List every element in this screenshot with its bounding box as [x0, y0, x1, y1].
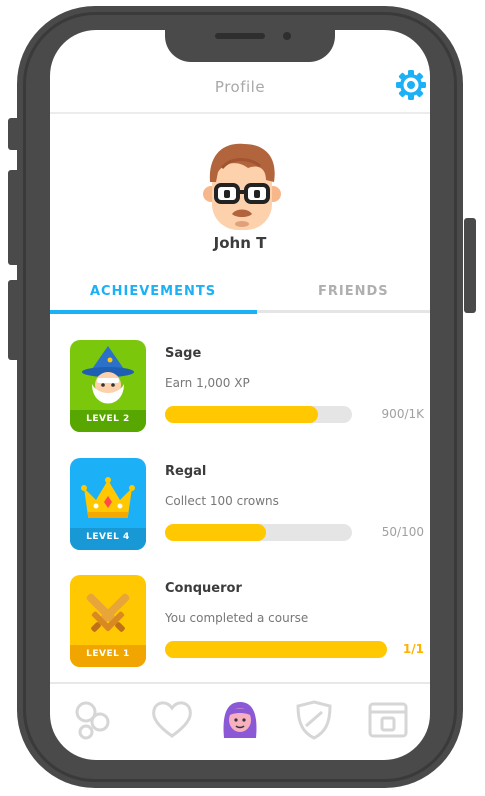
achievement-conqueror[interactable]: LEVEL 1 Conqueror You completed a course…	[50, 575, 430, 685]
phone-speaker	[215, 33, 265, 39]
gear-icon[interactable]	[394, 68, 428, 102]
achievement-count: 900/1K	[381, 407, 424, 421]
user-name: John T	[213, 234, 267, 252]
badge-level-label: LEVEL 1	[86, 649, 130, 659]
achievement-badge: LEVEL 4	[70, 458, 146, 550]
achievement-sage[interactable]: LEVEL 2 Sage Earn 1,000 XP 900/1K	[50, 340, 430, 450]
learn-bubbles-icon[interactable]	[70, 698, 118, 742]
bottom-nav-divider	[50, 682, 430, 684]
volume-down-button	[8, 280, 20, 360]
achievement-count: 1/1	[402, 642, 424, 656]
volume-up-button	[8, 170, 20, 265]
achievement-regal[interactable]: LEVEL 4 Regal Collect 100 crowns 50/100	[50, 458, 430, 568]
achievement-description: Collect 100 crowns	[165, 494, 279, 508]
achievement-progress-bar	[165, 641, 387, 658]
achievement-count: 50/100	[381, 525, 424, 539]
badge-level-label: LEVEL 2	[86, 414, 130, 424]
achievement-description: Earn 1,000 XP	[165, 376, 250, 390]
phone-screen: Profile John T ACHIEVEMENTS FRIENDS LEVE…	[50, 30, 430, 760]
profile-avatar-icon[interactable]	[216, 698, 264, 742]
progress-fill	[165, 524, 266, 541]
achievement-badge: LEVEL 2	[70, 340, 146, 432]
achievement-name: Conqueror	[165, 581, 242, 596]
achievement-name: Sage	[165, 346, 202, 361]
progress-fill	[165, 406, 319, 423]
tab-friends[interactable]: FRIENDS	[318, 284, 389, 299]
progress-fill	[165, 641, 387, 658]
page-title: Profile	[214, 78, 266, 96]
heart-icon[interactable]	[148, 698, 196, 742]
avatar	[203, 143, 281, 230]
shield-icon[interactable]	[290, 698, 338, 742]
achievement-progress-bar	[165, 524, 352, 541]
header-divider	[50, 112, 430, 114]
mute-switch	[8, 118, 20, 150]
tab-achievements[interactable]: ACHIEVEMENTS	[90, 284, 216, 299]
tab-active-indicator	[50, 310, 257, 314]
power-button	[464, 218, 476, 313]
achievement-badge: LEVEL 1	[70, 575, 146, 667]
shop-icon[interactable]	[364, 698, 412, 742]
achievement-name: Regal	[165, 464, 207, 479]
achievement-description: You completed a course	[165, 611, 309, 625]
phone-notch	[165, 22, 335, 62]
achievement-progress-bar	[165, 406, 352, 423]
badge-level-label: LEVEL 4	[86, 532, 130, 542]
phone-camera	[283, 32, 291, 40]
